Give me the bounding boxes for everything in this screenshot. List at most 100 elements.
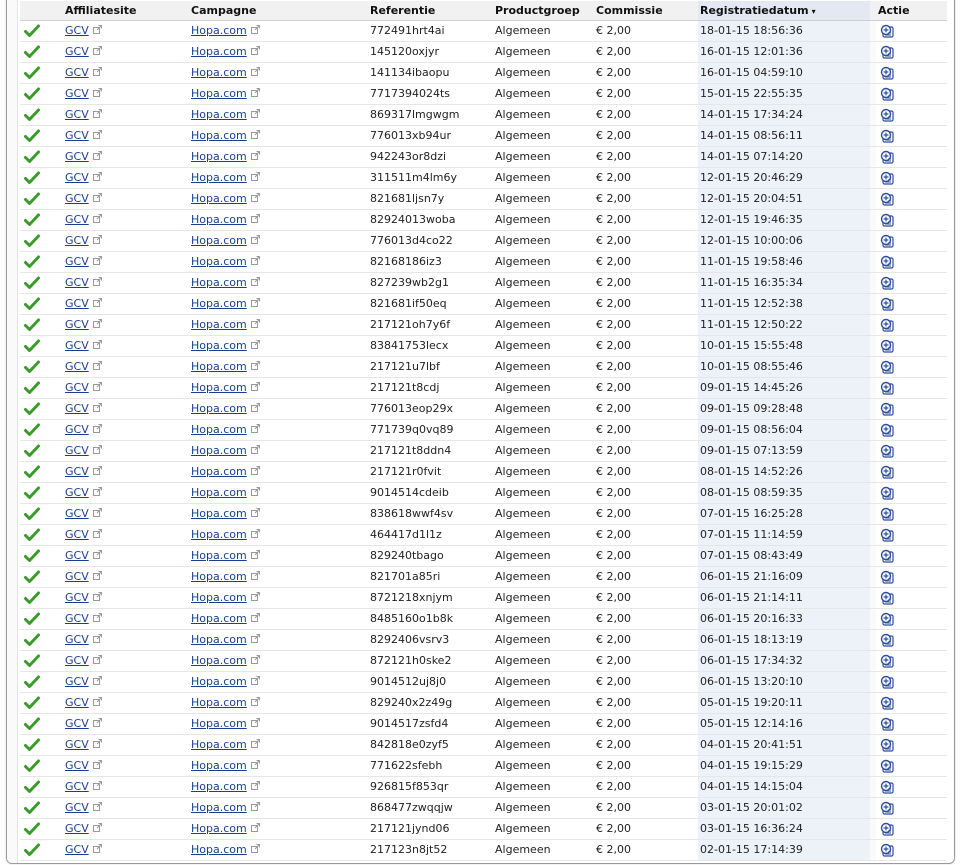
external-link-icon[interactable]: [92, 718, 102, 727]
campagne-link[interactable]: Hopa.com: [191, 612, 247, 625]
external-link-icon[interactable]: [92, 823, 102, 832]
campagne-link[interactable]: Hopa.com: [191, 549, 247, 562]
affiliatesite-link[interactable]: GCV: [65, 171, 89, 184]
campagne-link[interactable]: Hopa.com: [191, 150, 247, 163]
external-link-icon[interactable]: [92, 193, 102, 202]
external-link-icon[interactable]: [92, 25, 102, 34]
details-icon[interactable]: [880, 171, 894, 185]
details-icon[interactable]: [880, 486, 894, 500]
external-link-icon[interactable]: [250, 718, 260, 727]
external-link-icon[interactable]: [250, 172, 260, 181]
affiliatesite-link[interactable]: GCV: [65, 486, 89, 499]
affiliatesite-link[interactable]: GCV: [65, 633, 89, 646]
external-link-icon[interactable]: [250, 508, 260, 517]
details-icon[interactable]: [880, 759, 894, 773]
affiliatesite-link[interactable]: GCV: [65, 570, 89, 583]
campagne-link[interactable]: Hopa.com: [191, 171, 247, 184]
external-link-icon[interactable]: [92, 445, 102, 454]
external-link-icon[interactable]: [92, 172, 102, 181]
campagne-link[interactable]: Hopa.com: [191, 696, 247, 709]
affiliatesite-link[interactable]: GCV: [65, 339, 89, 352]
details-icon[interactable]: [880, 150, 894, 164]
details-icon[interactable]: [880, 570, 894, 584]
details-icon[interactable]: [880, 66, 894, 80]
affiliatesite-link[interactable]: GCV: [65, 276, 89, 289]
affiliatesite-link[interactable]: GCV: [65, 507, 89, 520]
affiliatesite-link[interactable]: GCV: [65, 45, 89, 58]
external-link-icon[interactable]: [250, 802, 260, 811]
details-icon[interactable]: [880, 591, 894, 605]
external-link-icon[interactable]: [92, 634, 102, 643]
campagne-link[interactable]: Hopa.com: [191, 381, 247, 394]
campagne-link[interactable]: Hopa.com: [191, 843, 247, 856]
external-link-icon[interactable]: [92, 508, 102, 517]
campagne-link[interactable]: Hopa.com: [191, 234, 247, 247]
external-link-icon[interactable]: [92, 655, 102, 664]
details-icon[interactable]: [880, 696, 894, 710]
external-link-icon[interactable]: [92, 67, 102, 76]
campagne-link[interactable]: Hopa.com: [191, 633, 247, 646]
details-icon[interactable]: [880, 402, 894, 416]
external-link-icon[interactable]: [250, 109, 260, 118]
external-link-icon[interactable]: [92, 466, 102, 475]
details-icon[interactable]: [880, 24, 894, 38]
affiliatesite-link[interactable]: GCV: [65, 234, 89, 247]
column-header-commissie[interactable]: Commissie: [596, 1, 698, 21]
external-link-icon[interactable]: [250, 823, 260, 832]
details-icon[interactable]: [880, 528, 894, 542]
affiliatesite-link[interactable]: GCV: [65, 402, 89, 415]
campagne-link[interactable]: Hopa.com: [191, 675, 247, 688]
external-link-icon[interactable]: [250, 466, 260, 475]
details-icon[interactable]: [880, 45, 894, 59]
external-link-icon[interactable]: [250, 634, 260, 643]
external-link-icon[interactable]: [250, 529, 260, 538]
campagne-link[interactable]: Hopa.com: [191, 213, 247, 226]
external-link-icon[interactable]: [92, 298, 102, 307]
external-link-icon[interactable]: [250, 277, 260, 286]
external-link-icon[interactable]: [92, 214, 102, 223]
campagne-link[interactable]: Hopa.com: [191, 528, 247, 541]
affiliatesite-link[interactable]: GCV: [65, 528, 89, 541]
external-link-icon[interactable]: [92, 529, 102, 538]
details-icon[interactable]: [880, 444, 894, 458]
campagne-link[interactable]: Hopa.com: [191, 276, 247, 289]
campagne-link[interactable]: Hopa.com: [191, 255, 247, 268]
affiliatesite-link[interactable]: GCV: [65, 24, 89, 37]
details-icon[interactable]: [880, 465, 894, 479]
external-link-icon[interactable]: [250, 424, 260, 433]
column-header-affiliatesite[interactable]: Affiliatesite: [65, 1, 191, 21]
affiliatesite-link[interactable]: GCV: [65, 801, 89, 814]
campagne-link[interactable]: Hopa.com: [191, 66, 247, 79]
column-header-registratiedatum[interactable]: Registratiedatum ▾: [698, 1, 870, 21]
affiliatesite-link[interactable]: GCV: [65, 654, 89, 667]
external-link-icon[interactable]: [250, 130, 260, 139]
affiliatesite-link[interactable]: GCV: [65, 192, 89, 205]
external-link-icon[interactable]: [250, 25, 260, 34]
affiliatesite-link[interactable]: GCV: [65, 675, 89, 688]
affiliatesite-link[interactable]: GCV: [65, 318, 89, 331]
external-link-icon[interactable]: [92, 340, 102, 349]
affiliatesite-link[interactable]: GCV: [65, 696, 89, 709]
details-icon[interactable]: [880, 780, 894, 794]
external-link-icon[interactable]: [250, 613, 260, 622]
campagne-link[interactable]: Hopa.com: [191, 87, 247, 100]
affiliatesite-link[interactable]: GCV: [65, 465, 89, 478]
external-link-icon[interactable]: [250, 214, 260, 223]
details-icon[interactable]: [880, 129, 894, 143]
external-link-icon[interactable]: [250, 235, 260, 244]
column-header-referentie[interactable]: Referentie: [370, 1, 495, 21]
external-link-icon[interactable]: [92, 550, 102, 559]
external-link-icon[interactable]: [250, 88, 260, 97]
external-link-icon[interactable]: [250, 151, 260, 160]
external-link-icon[interactable]: [250, 844, 260, 853]
external-link-icon[interactable]: [92, 844, 102, 853]
details-icon[interactable]: [880, 738, 894, 752]
external-link-icon[interactable]: [250, 361, 260, 370]
campagne-link[interactable]: Hopa.com: [191, 24, 247, 37]
external-link-icon[interactable]: [92, 382, 102, 391]
campagne-link[interactable]: Hopa.com: [191, 801, 247, 814]
affiliatesite-link[interactable]: GCV: [65, 108, 89, 121]
campagne-link[interactable]: Hopa.com: [191, 423, 247, 436]
details-icon[interactable]: [880, 507, 894, 521]
details-icon[interactable]: [880, 843, 894, 857]
